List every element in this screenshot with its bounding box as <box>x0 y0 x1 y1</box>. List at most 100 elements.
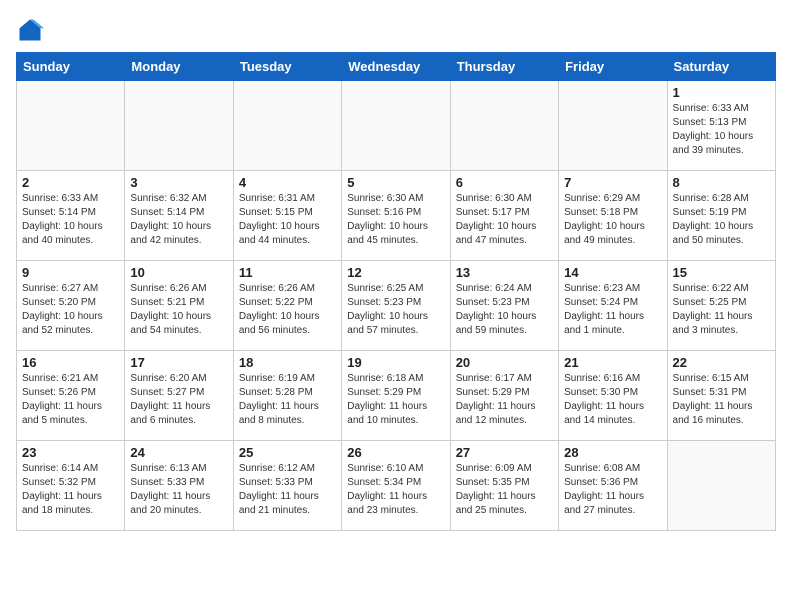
day-info: Sunrise: 6:29 AM Sunset: 5:18 PM Dayligh… <box>564 192 661 248</box>
day-info: Sunrise: 6:32 AM Sunset: 5:14 PM Dayligh… <box>130 192 227 248</box>
day-info: Sunrise: 6:23 AM Sunset: 5:24 PM Dayligh… <box>564 282 661 338</box>
calendar-cell: 14 Sunrise: 6:23 AM Sunset: 5:24 PM Dayli… <box>559 261 667 351</box>
day-number: 14 <box>564 265 661 280</box>
day-info: Sunrise: 6:08 AM Sunset: 5:36 PM Dayligh… <box>564 462 661 518</box>
day-number: 2 <box>22 175 119 190</box>
day-info: Sunrise: 6:24 AM Sunset: 5:23 PM Dayligh… <box>456 282 553 338</box>
calendar-cell: 26 Sunrise: 6:10 AM Sunset: 5:34 PM Dayli… <box>342 441 450 531</box>
day-info: Sunrise: 6:26 AM Sunset: 5:22 PM Dayligh… <box>239 282 336 338</box>
day-number: 18 <box>239 355 336 370</box>
day-info: Sunrise: 6:28 AM Sunset: 5:19 PM Dayligh… <box>673 192 770 248</box>
col-header-monday: Monday <box>125 53 233 81</box>
calendar-cell: 21Sunrise: 6:16 AM Sunset: 5:30 PM Dayli… <box>559 351 667 441</box>
day-number: 24 <box>130 445 227 460</box>
day-info: Sunrise: 6:33 AM Sunset: 5:13 PM Dayligh… <box>673 102 770 158</box>
col-header-saturday: Saturday <box>667 53 775 81</box>
calendar-cell: 9 Sunrise: 6:27 AM Sunset: 5:20 PM Daylig… <box>17 261 125 351</box>
day-info: Sunrise: 6:12 AM Sunset: 5:33 PM Dayligh… <box>239 462 336 518</box>
page-header <box>16 16 776 44</box>
day-info: Sunrise: 6:09 AM Sunset: 5:35 PM Dayligh… <box>456 462 553 518</box>
day-info: Sunrise: 6:19 AM Sunset: 5:28 PM Dayligh… <box>239 372 336 428</box>
calendar-cell: 25 Sunrise: 6:12 AM Sunset: 5:33 PM Dayli… <box>233 441 341 531</box>
day-info: Sunrise: 6:14 AM Sunset: 5:32 PM Dayligh… <box>22 462 119 518</box>
calendar-cell: 10 Sunrise: 6:26 AM Sunset: 5:21 PM Dayli… <box>125 261 233 351</box>
calendar-cell: 1 Sunrise: 6:33 AM Sunset: 5:13 PM Daylig… <box>667 81 775 171</box>
day-info: Sunrise: 6:30 AM Sunset: 5:17 PM Dayligh… <box>456 192 553 248</box>
day-number: 19 <box>347 355 444 370</box>
col-header-tuesday: Tuesday <box>233 53 341 81</box>
calendar-cell: 8 Sunrise: 6:28 AM Sunset: 5:19 PM Daylig… <box>667 171 775 261</box>
day-number: 11 <box>239 265 336 280</box>
day-info: Sunrise: 6:15 AM Sunset: 5:31 PM Dayligh… <box>673 372 770 428</box>
day-number: 17 <box>130 355 227 370</box>
day-number: 25 <box>239 445 336 460</box>
calendar-cell <box>667 441 775 531</box>
day-number: 27 <box>456 445 553 460</box>
calendar-cell: 3 Sunrise: 6:32 AM Sunset: 5:14 PM Daylig… <box>125 171 233 261</box>
logo-icon <box>16 16 44 44</box>
calendar-cell: 20 Sunrise: 6:17 AM Sunset: 5:29 PM Dayli… <box>450 351 558 441</box>
calendar-cell <box>233 81 341 171</box>
day-info: Sunrise: 6:10 AM Sunset: 5:34 PM Dayligh… <box>347 462 444 518</box>
day-number: 16 <box>22 355 119 370</box>
day-info: Sunrise: 6:25 AM Sunset: 5:23 PM Dayligh… <box>347 282 444 338</box>
day-number: 22 <box>673 355 770 370</box>
day-info: Sunrise: 6:16 AM Sunset: 5:30 PM Dayligh… <box>564 372 661 428</box>
day-number: 12 <box>347 265 444 280</box>
day-info: Sunrise: 6:30 AM Sunset: 5:16 PM Dayligh… <box>347 192 444 248</box>
day-number: 5 <box>347 175 444 190</box>
day-info: Sunrise: 6:31 AM Sunset: 5:15 PM Dayligh… <box>239 192 336 248</box>
day-number: 1 <box>673 85 770 100</box>
calendar-cell <box>125 81 233 171</box>
day-number: 10 <box>130 265 227 280</box>
day-info: Sunrise: 6:22 AM Sunset: 5:25 PM Dayligh… <box>673 282 770 338</box>
day-number: 8 <box>673 175 770 190</box>
calendar-cell: 24 Sunrise: 6:13 AM Sunset: 5:33 PM Dayli… <box>125 441 233 531</box>
calendar-cell: 12 Sunrise: 6:25 AM Sunset: 5:23 PM Dayli… <box>342 261 450 351</box>
calendar-cell: 6 Sunrise: 6:30 AM Sunset: 5:17 PM Daylig… <box>450 171 558 261</box>
day-number: 13 <box>456 265 553 280</box>
day-info: Sunrise: 6:20 AM Sunset: 5:27 PM Dayligh… <box>130 372 227 428</box>
day-info: Sunrise: 6:21 AM Sunset: 5:26 PM Dayligh… <box>22 372 119 428</box>
calendar-cell <box>559 81 667 171</box>
calendar-cell: 16 Sunrise: 6:21 AM Sunset: 5:26 PM Dayli… <box>17 351 125 441</box>
day-info: Sunrise: 6:13 AM Sunset: 5:33 PM Dayligh… <box>130 462 227 518</box>
calendar-cell: 7 Sunrise: 6:29 AM Sunset: 5:18 PM Daylig… <box>559 171 667 261</box>
day-number: 15 <box>673 265 770 280</box>
day-number: 26 <box>347 445 444 460</box>
calendar-cell: 28Sunrise: 6:08 AM Sunset: 5:36 PM Dayli… <box>559 441 667 531</box>
day-number: 7 <box>564 175 661 190</box>
day-number: 20 <box>456 355 553 370</box>
calendar-table: SundayMondayTuesdayWednesdayThursdayFrid… <box>16 52 776 531</box>
calendar-week-row: 16 Sunrise: 6:21 AM Sunset: 5:26 PM Dayli… <box>17 351 776 441</box>
calendar-cell: 17 Sunrise: 6:20 AM Sunset: 5:27 PM Dayli… <box>125 351 233 441</box>
calendar-week-row: 9 Sunrise: 6:27 AM Sunset: 5:20 PM Daylig… <box>17 261 776 351</box>
calendar-cell: 5 Sunrise: 6:30 AM Sunset: 5:16 PM Daylig… <box>342 171 450 261</box>
day-info: Sunrise: 6:17 AM Sunset: 5:29 PM Dayligh… <box>456 372 553 428</box>
calendar-cell: 18 Sunrise: 6:19 AM Sunset: 5:28 PM Dayli… <box>233 351 341 441</box>
day-info: Sunrise: 6:26 AM Sunset: 5:21 PM Dayligh… <box>130 282 227 338</box>
logo <box>16 16 48 44</box>
day-number: 4 <box>239 175 336 190</box>
calendar-cell: 13 Sunrise: 6:24 AM Sunset: 5:23 PM Dayli… <box>450 261 558 351</box>
calendar-cell <box>342 81 450 171</box>
day-info: Sunrise: 6:33 AM Sunset: 5:14 PM Dayligh… <box>22 192 119 248</box>
calendar-cell <box>17 81 125 171</box>
day-number: 6 <box>456 175 553 190</box>
col-header-sunday: Sunday <box>17 53 125 81</box>
calendar-week-row: 23 Sunrise: 6:14 AM Sunset: 5:32 PM Dayli… <box>17 441 776 531</box>
day-info: Sunrise: 6:18 AM Sunset: 5:29 PM Dayligh… <box>347 372 444 428</box>
col-header-thursday: Thursday <box>450 53 558 81</box>
day-number: 9 <box>22 265 119 280</box>
calendar-cell: 27 Sunrise: 6:09 AM Sunset: 5:35 PM Dayli… <box>450 441 558 531</box>
calendar-cell: 4 Sunrise: 6:31 AM Sunset: 5:15 PM Daylig… <box>233 171 341 261</box>
calendar-week-row: 1 Sunrise: 6:33 AM Sunset: 5:13 PM Daylig… <box>17 81 776 171</box>
calendar-week-row: 2 Sunrise: 6:33 AM Sunset: 5:14 PM Daylig… <box>17 171 776 261</box>
day-info: Sunrise: 6:27 AM Sunset: 5:20 PM Dayligh… <box>22 282 119 338</box>
day-number: 3 <box>130 175 227 190</box>
day-number: 23 <box>22 445 119 460</box>
calendar-cell: 11 Sunrise: 6:26 AM Sunset: 5:22 PM Dayli… <box>233 261 341 351</box>
calendar-cell <box>450 81 558 171</box>
calendar-cell: 22 Sunrise: 6:15 AM Sunset: 5:31 PM Dayli… <box>667 351 775 441</box>
calendar-cell: 15 Sunrise: 6:22 AM Sunset: 5:25 PM Dayli… <box>667 261 775 351</box>
